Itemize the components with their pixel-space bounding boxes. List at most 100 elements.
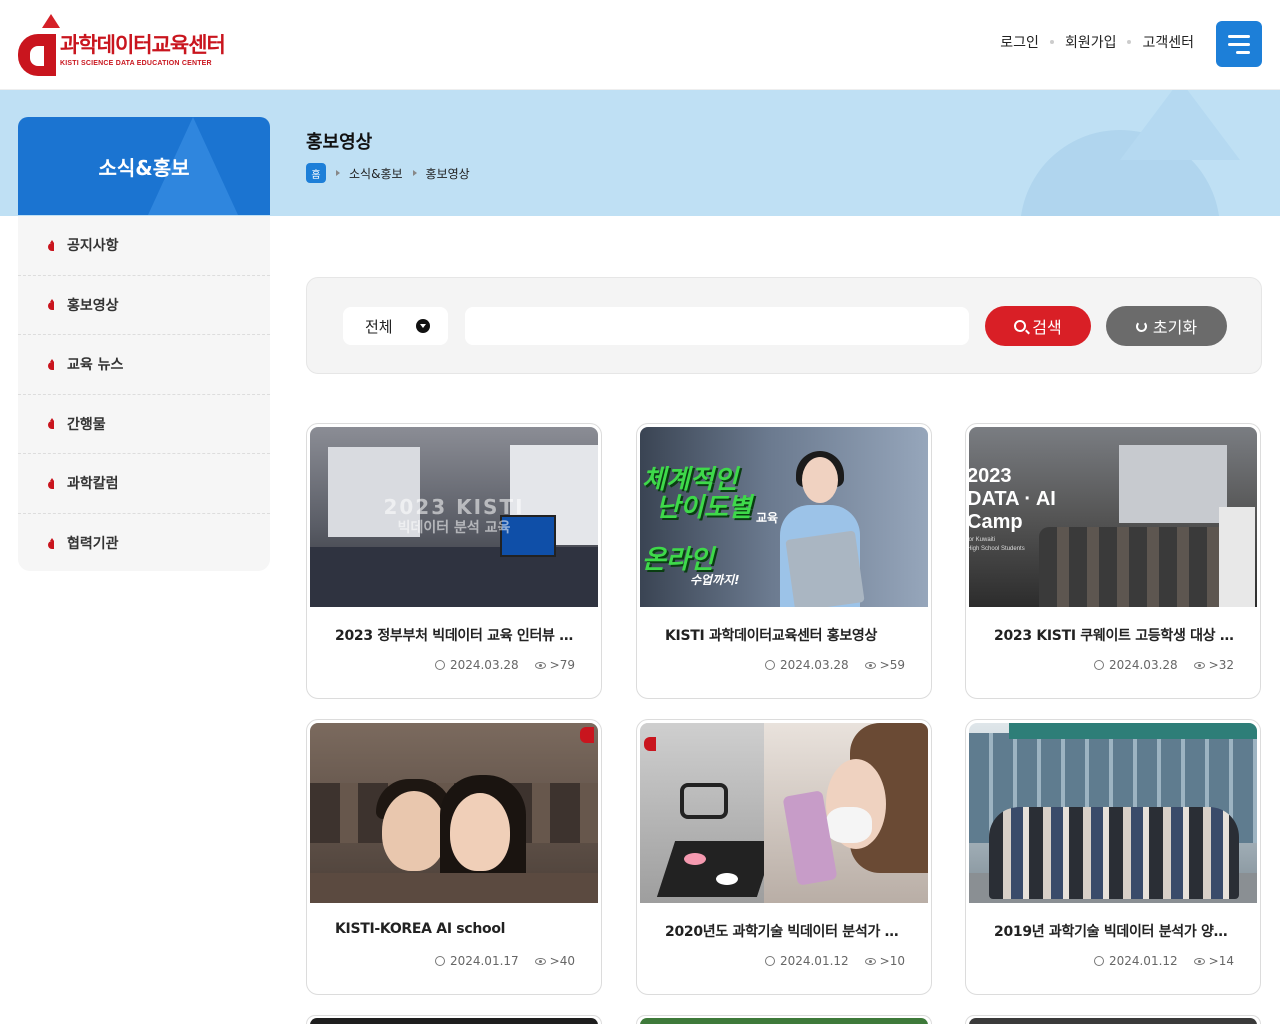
thumbnail-caption: 수업까지! bbox=[690, 573, 740, 587]
video-card[interactable]: 체계적인 난이도별 교육 온라인 수업까지! KISTI 과학데이터교육센터 홍… bbox=[636, 423, 932, 699]
video-thumbnail[interactable]: 2023 DATA · AI Camp for Kuwaiti High Sch… bbox=[969, 427, 1257, 607]
eye-icon bbox=[534, 957, 546, 965]
clock-icon bbox=[434, 956, 445, 966]
video-card[interactable]: 2019년 과학기술 빅데이터 분석가 양성과정 2024.01.12 >14 bbox=[965, 719, 1261, 995]
reset-button[interactable]: 초기화 bbox=[1106, 306, 1227, 346]
video-card[interactable]: KISTI-KOREA AI school 2024.01.17 >40 bbox=[306, 719, 602, 995]
sidebar-item-partners[interactable]: 협력기관 bbox=[18, 514, 270, 574]
chevron-down-icon bbox=[416, 319, 430, 333]
breadcrumb-item-current: 홍보영상 bbox=[425, 166, 470, 181]
sidebar-item-notice[interactable]: 공지사항 bbox=[18, 216, 270, 276]
video-thumbnail[interactable] bbox=[310, 723, 598, 903]
bullet-logo-icon bbox=[46, 418, 55, 430]
category-select-value: 전체 bbox=[365, 317, 393, 336]
video-meta: 2024.03.28 >59 bbox=[764, 658, 905, 672]
clock-icon bbox=[764, 660, 775, 670]
site-header: 과학데이터교육센터 KISTI SCIENCE DATA EDUCATION C… bbox=[0, 0, 1280, 90]
video-card[interactable]: 2023 DATA · AI Camp for Kuwaiti High Sch… bbox=[965, 423, 1261, 699]
refresh-icon bbox=[1135, 320, 1147, 332]
nav-separator bbox=[1127, 40, 1132, 44]
video-views: >40 bbox=[549, 954, 575, 968]
video-title[interactable]: 2023 KISTI 쿠웨이트 고등학생 대상 교육 bbox=[994, 625, 1234, 645]
video-thumbnail[interactable] bbox=[640, 723, 928, 903]
video-meta: 2024.03.28 >79 bbox=[434, 658, 575, 672]
video-meta: 2024.03.28 >32 bbox=[1093, 658, 1234, 672]
sidebar-item-label: 공지사항 bbox=[67, 238, 119, 255]
video-card-partial[interactable] bbox=[636, 1015, 932, 1024]
logo-watermark-icon bbox=[644, 737, 656, 751]
video-thumbnail[interactable]: 체계적인 난이도별 교육 온라인 수업까지! bbox=[640, 427, 928, 607]
sidebar-item-promo-video[interactable]: 홍보영상 bbox=[18, 276, 270, 335]
home-icon[interactable]: 홈 bbox=[306, 163, 326, 183]
login-link[interactable]: 로그인 bbox=[1000, 32, 1039, 52]
sidebar-item-publications[interactable]: 간행물 bbox=[18, 395, 270, 454]
thumbnail-caption: 난이도별 bbox=[656, 493, 752, 523]
chevron-right-icon bbox=[336, 170, 340, 176]
menu-button[interactable] bbox=[1216, 21, 1262, 67]
bullet-logo-icon bbox=[46, 299, 55, 311]
logo-title: 과학데이터교육센터 bbox=[60, 34, 226, 57]
clock-icon bbox=[1093, 660, 1104, 670]
video-card-partial[interactable] bbox=[965, 1015, 1261, 1024]
search-input[interactable] bbox=[465, 307, 969, 345]
video-views: >10 bbox=[879, 954, 905, 968]
video-views: >59 bbox=[879, 658, 905, 672]
sidebar-item-label: 협력기관 bbox=[67, 536, 119, 553]
chevron-right-icon bbox=[412, 170, 417, 176]
thumbnail-caption: 2023 KISTI bbox=[383, 495, 525, 519]
sidebar-item-edu-news[interactable]: 교육 뉴스 bbox=[18, 335, 270, 395]
search-panel: 전체 검색 초기화 bbox=[306, 277, 1262, 374]
video-meta: 2024.01.17 >40 bbox=[434, 954, 575, 968]
page-title: 홍보영상 bbox=[306, 132, 373, 153]
sidebar-title-text: 소식&홍보 bbox=[98, 155, 190, 180]
sidebar-title: 소식&홍보 bbox=[18, 117, 270, 215]
video-views: >14 bbox=[1208, 954, 1234, 968]
nav-separator bbox=[1049, 40, 1054, 44]
clock-icon bbox=[434, 660, 445, 670]
bullet-logo-icon bbox=[46, 358, 55, 370]
video-thumbnail[interactable] bbox=[969, 723, 1257, 903]
sidebar-item-label: 과학칼럼 bbox=[67, 476, 119, 493]
category-select[interactable]: 전체 bbox=[343, 307, 448, 345]
video-title[interactable]: 2023 정부부처 빅데이터 교육 인터뷰 영상 bbox=[335, 625, 575, 645]
video-thumbnail[interactable]: 2023 KISTI 빅데이터 분석 교육 bbox=[310, 427, 598, 607]
sidebar-item-label: 간행물 bbox=[67, 416, 106, 433]
video-meta: 2024.01.12 >10 bbox=[764, 954, 905, 968]
bullet-logo-icon bbox=[46, 477, 55, 489]
customer-center-link[interactable]: 고객센터 bbox=[1142, 32, 1194, 52]
clock-icon bbox=[764, 956, 775, 966]
video-date: 2024.01.12 bbox=[779, 954, 849, 968]
video-date: 2024.03.28 bbox=[779, 658, 849, 672]
video-card[interactable]: 2020년도 과학기술 빅데이터 분석가 양성 2024.01.12 >10 bbox=[636, 719, 932, 995]
sidebar-item-science-column[interactable]: 과학칼럼 bbox=[18, 454, 270, 514]
eye-icon bbox=[534, 661, 546, 669]
thumbnail-caption: 교육 bbox=[756, 511, 779, 525]
search-button[interactable]: 검색 bbox=[985, 306, 1091, 346]
clock-icon bbox=[1093, 956, 1104, 966]
video-title[interactable]: KISTI 과학데이터교육센터 홍보영상 bbox=[665, 625, 905, 645]
reset-button-label: 초기화 bbox=[1152, 318, 1198, 337]
search-icon bbox=[1014, 320, 1027, 332]
breadcrumb-item[interactable]: 소식&홍보 bbox=[349, 165, 403, 182]
video-date: 2024.01.12 bbox=[1108, 954, 1178, 968]
site-logo[interactable]: 과학데이터교육센터 KISTI SCIENCE DATA EDUCATION C… bbox=[18, 14, 226, 76]
sidebar-item-label: 홍보영상 bbox=[67, 297, 119, 314]
video-title[interactable]: KISTI-KOREA AI school bbox=[335, 921, 575, 937]
breadcrumb: 홈 소식&홍보 홍보영상 bbox=[306, 163, 470, 183]
hamburger-icon bbox=[1228, 34, 1250, 38]
video-date: 2024.03.28 bbox=[1108, 658, 1178, 672]
video-views: >32 bbox=[1208, 658, 1234, 672]
video-date: 2024.01.17 bbox=[449, 954, 519, 968]
eye-icon bbox=[864, 661, 876, 669]
sidebar-item-label: 교육 뉴스 bbox=[67, 357, 124, 374]
logo-mark-icon bbox=[18, 14, 60, 76]
thumbnail-caption: 빅데이터 분석 교육 bbox=[397, 520, 511, 536]
video-views: >79 bbox=[549, 658, 575, 672]
video-card-partial[interactable] bbox=[306, 1015, 602, 1024]
eye-icon bbox=[1193, 957, 1205, 965]
video-title[interactable]: 2020년도 과학기술 빅데이터 분석가 양성 bbox=[665, 921, 905, 941]
video-meta: 2024.01.12 >14 bbox=[1093, 954, 1234, 968]
video-card[interactable]: 2023 KISTI 빅데이터 분석 교육 2023 정부부처 빅데이터 교육 … bbox=[306, 423, 602, 699]
signup-link[interactable]: 회원가입 bbox=[1065, 32, 1117, 52]
video-title[interactable]: 2019년 과학기술 빅데이터 분석가 양성과정 bbox=[994, 921, 1234, 941]
